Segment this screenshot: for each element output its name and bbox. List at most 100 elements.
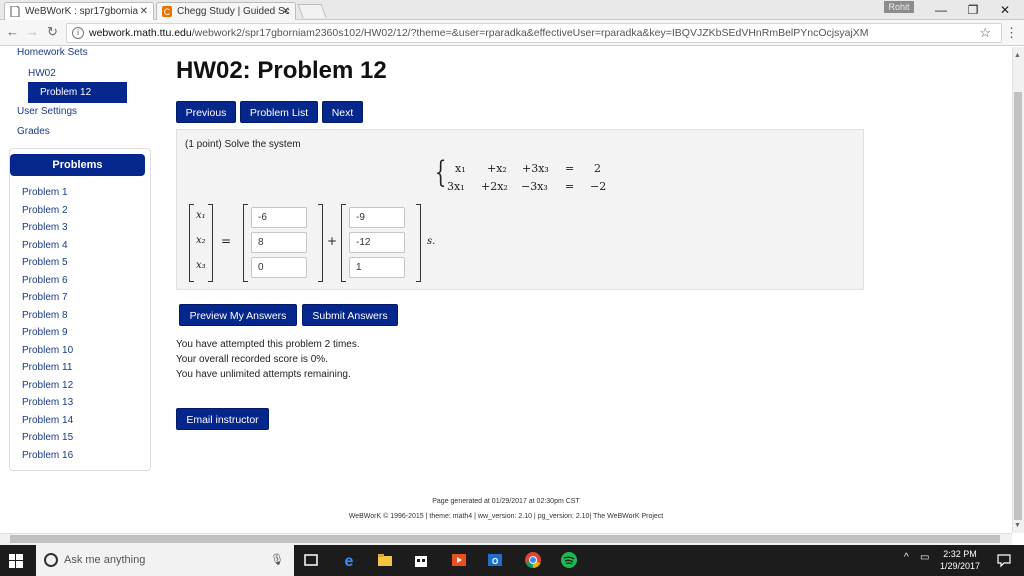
- score-text: Your overall recorded score is 0%.: [176, 354, 328, 365]
- microphone-icon[interactable]: 🎙: [270, 545, 284, 576]
- page-icon: [10, 6, 20, 17]
- outlook-icon[interactable]: O: [486, 551, 504, 569]
- svg-text:e: e: [345, 553, 354, 569]
- url-input[interactable]: i webwork.math.ttu.edu/webwork2/spr17gbo…: [66, 23, 1002, 43]
- forward-arrow-icon[interactable]: →: [26, 24, 39, 39]
- tray-chevron-icon[interactable]: ^: [904, 552, 909, 563]
- answer-d1[interactable]: -9: [349, 207, 405, 228]
- problem-body: (1 point) Solve the system { x₁ +x₂ +3x₃…: [176, 129, 864, 290]
- remaining-text: You have unlimited attempts remaining.: [176, 369, 351, 380]
- sidebar-problem-link[interactable]: Problem 9: [22, 327, 68, 338]
- clock-time: 2:32 PM: [943, 549, 977, 559]
- sidebar-problem-link[interactable]: Problem 5: [22, 257, 68, 268]
- sidebar-problem-link[interactable]: Problem 14: [22, 415, 73, 426]
- url-path: /webwork2/spr17gborniam2360s102/HW02/12/…: [191, 27, 869, 39]
- url-host: webwork.math.ttu.edu: [89, 27, 192, 39]
- browser-tab-strip: WeBWorK : spr17gbornia ✕ C Chegg Study |…: [0, 0, 1024, 20]
- sys-r1-c2: +x₂: [487, 162, 507, 175]
- tab-chegg[interactable]: C Chegg Study | Guided Sc ✕: [156, 2, 296, 20]
- variable-vector: x₁ x₂ x₃: [189, 204, 213, 282]
- spotify-icon[interactable]: [560, 551, 578, 569]
- chegg-icon: C: [162, 6, 172, 17]
- user-settings-link[interactable]: User Settings: [17, 106, 77, 117]
- sys-r2-c3: −3x₃: [521, 180, 548, 193]
- horizontal-scroll-thumb[interactable]: [10, 535, 1000, 543]
- close-window-button[interactable]: ✕: [990, 0, 1020, 20]
- windows-taskbar: Ask me anything 🎙 e O ^ ▭ 2:32 PM 1/29/2…: [0, 545, 1024, 576]
- close-tab-icon[interactable]: ✕: [140, 3, 148, 20]
- search-placeholder: Ask me anything: [64, 554, 146, 566]
- tab-webwork[interactable]: WeBWorK : spr17gbornia ✕: [4, 2, 154, 20]
- sidebar-problem-link[interactable]: Problem 2: [22, 205, 68, 216]
- email-instructor-button[interactable]: Email instructor: [176, 408, 269, 430]
- sys-r2-eq: =: [565, 180, 575, 193]
- new-tab-button[interactable]: [297, 4, 327, 18]
- submit-answers-button[interactable]: Submit Answers: [302, 304, 398, 326]
- system-brace: {: [434, 155, 447, 190]
- info-icon[interactable]: i: [72, 27, 84, 39]
- next-button[interactable]: Next: [322, 101, 363, 123]
- scroll-down-icon[interactable]: ▼: [1014, 522, 1021, 529]
- address-bar-row: ← → ↻ i webwork.math.ttu.edu/webwork2/sp…: [0, 20, 1024, 46]
- answer-d2[interactable]: -12: [349, 232, 405, 253]
- chrome-icon[interactable]: [524, 551, 542, 569]
- sidebar-problem-link[interactable]: Problem 8: [22, 310, 68, 321]
- sidebar-problem-link[interactable]: Problem 10: [22, 345, 73, 356]
- back-arrow-icon[interactable]: ←: [6, 24, 19, 39]
- notification-icon[interactable]: [996, 552, 1012, 568]
- battery-icon[interactable]: ▭: [920, 552, 929, 563]
- plus-sign: +: [327, 234, 338, 248]
- answer-p3[interactable]: 0: [251, 257, 307, 278]
- sidebar-problem-link[interactable]: Problem 13: [22, 397, 73, 408]
- webwork-page: Homework Sets HW02 Problem 12 User Setti…: [0, 47, 1012, 533]
- tab-webwork-title: WeBWorK : spr17gbornia: [25, 6, 139, 17]
- answer-p1[interactable]: -6: [251, 207, 307, 228]
- sidebar-problem-link[interactable]: Problem 6: [22, 275, 68, 286]
- sys-r2-c1: 3x₁: [447, 180, 465, 193]
- answer-p2[interactable]: 8: [251, 232, 307, 253]
- sidebar-problem-link[interactable]: Problem 1: [22, 187, 68, 198]
- sidebar-problem-link[interactable]: Problem 11: [22, 362, 72, 373]
- file-explorer-icon[interactable]: [376, 551, 394, 569]
- var-x2: x₂: [196, 235, 206, 246]
- windows-start-icon[interactable]: [9, 554, 23, 568]
- preview-answers-button[interactable]: Preview My Answers: [179, 304, 297, 326]
- vertical-scroll-thumb[interactable]: [1014, 92, 1022, 520]
- sys-r2-rhs: −2: [590, 180, 607, 193]
- sys-r1-c1: x₁: [455, 162, 466, 175]
- current-problem-link[interactable]: Problem 12: [28, 82, 127, 103]
- tab-chegg-title: Chegg Study | Guided Sc: [177, 6, 290, 17]
- reload-icon[interactable]: ↻: [47, 24, 58, 40]
- scroll-up-icon[interactable]: ▲: [1014, 52, 1021, 59]
- cortana-search-input[interactable]: Ask me anything 🎙: [36, 545, 294, 576]
- sidebar-problem-link[interactable]: Problem 7: [22, 292, 68, 303]
- sidebar-problem-link[interactable]: Problem 12: [22, 380, 73, 391]
- parameter-s: s.: [427, 236, 436, 247]
- browser-menu-icon[interactable]: ⋮: [1005, 25, 1018, 41]
- sidebar-problem-link[interactable]: Problem 15: [22, 432, 73, 443]
- sidebar-problem-link[interactable]: Problem 4: [22, 240, 68, 251]
- taskbar-clock[interactable]: 2:32 PM 1/29/2017: [940, 548, 980, 572]
- var-x1: x₁: [196, 210, 206, 221]
- restore-button[interactable]: ❐: [958, 0, 988, 20]
- store-icon[interactable]: [412, 551, 430, 569]
- edge-icon[interactable]: e: [340, 551, 358, 569]
- homework-sets-link[interactable]: Homework Sets: [17, 47, 88, 58]
- problem-list-button[interactable]: Problem List: [240, 101, 318, 123]
- minimize-button[interactable]: —: [926, 0, 956, 20]
- profile-badge[interactable]: Rohit: [884, 1, 914, 13]
- bookmark-star-icon[interactable]: ☆: [979, 24, 991, 42]
- clock-date: 1/29/2017: [939, 561, 980, 571]
- previous-button[interactable]: Previous: [176, 101, 236, 123]
- sidebar-problem-link[interactable]: Problem 16: [22, 450, 73, 461]
- grades-link[interactable]: Grades: [17, 126, 50, 137]
- answer-d3[interactable]: 1: [349, 257, 405, 278]
- equals-sign: =: [221, 234, 232, 248]
- task-view-icon[interactable]: [302, 551, 320, 569]
- sys-r2-c2: +2x₂: [481, 180, 508, 193]
- media-player-icon[interactable]: [450, 551, 468, 569]
- hw02-link[interactable]: HW02: [28, 68, 56, 79]
- close-tab-icon[interactable]: ✕: [282, 3, 290, 20]
- sys-r1-rhs: 2: [594, 162, 601, 175]
- sidebar-problem-link[interactable]: Problem 3: [22, 222, 68, 233]
